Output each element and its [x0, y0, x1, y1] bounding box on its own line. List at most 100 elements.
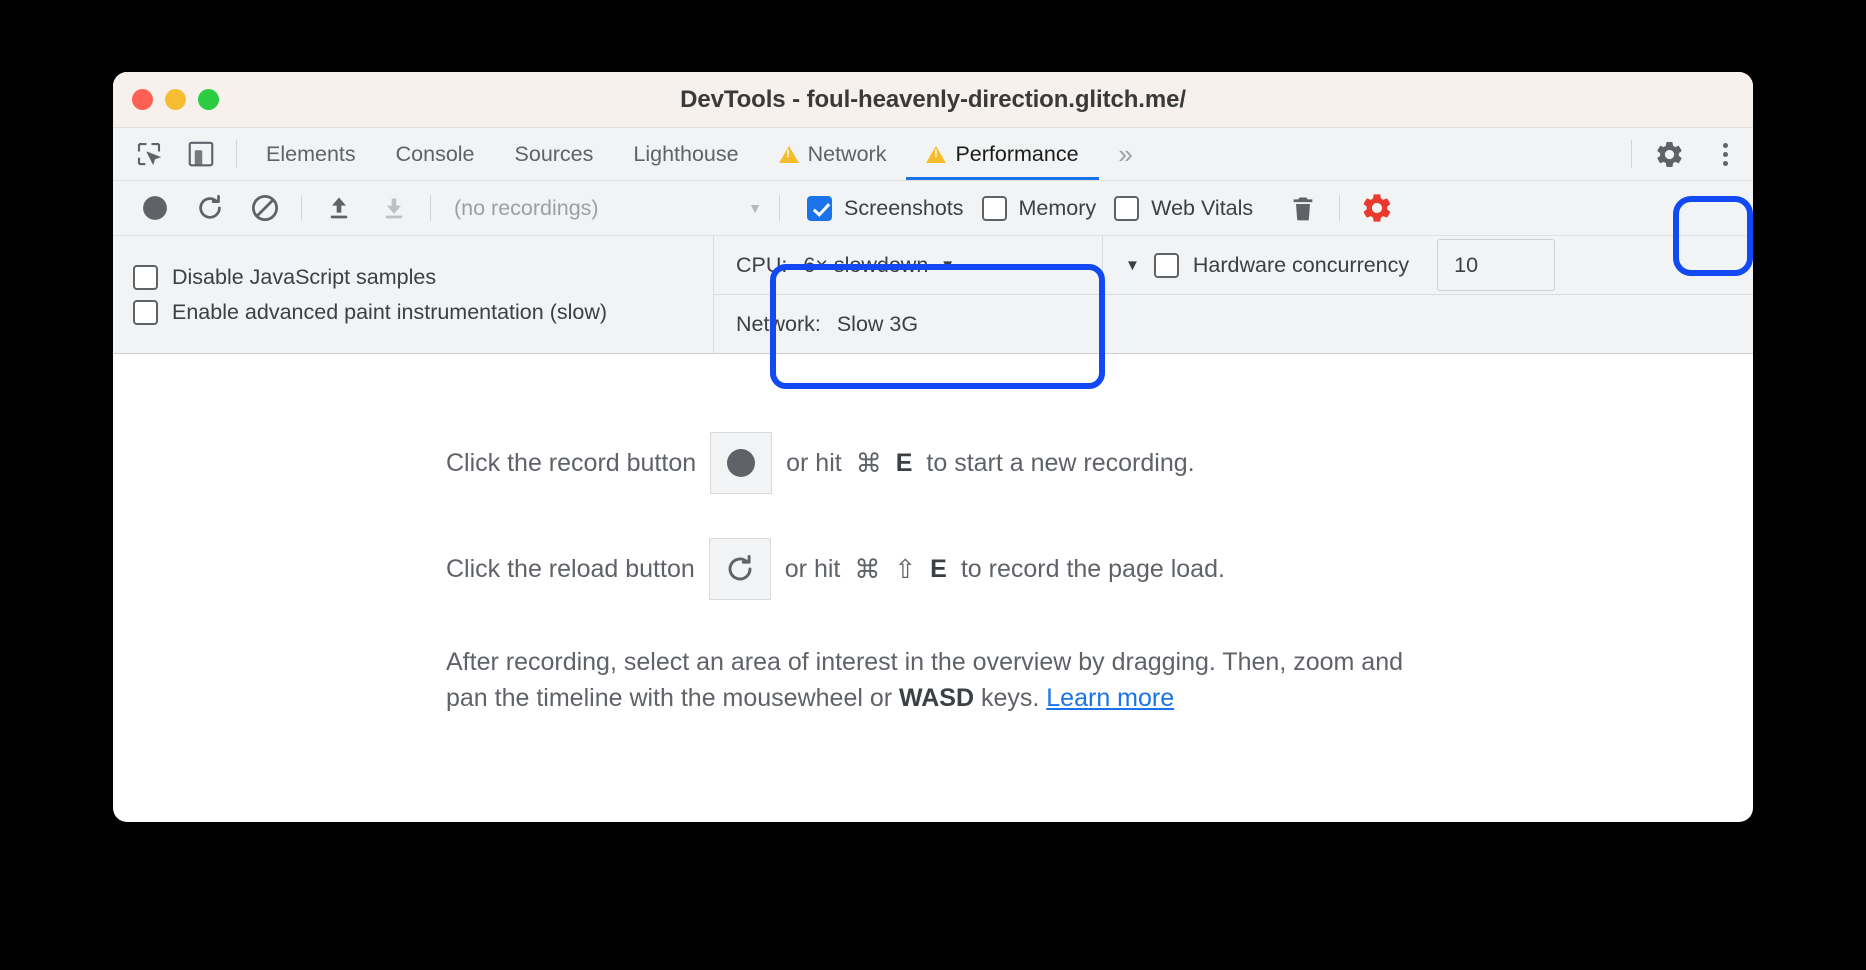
checkbox-box [1114, 195, 1140, 221]
toolbar-divider-4 [1339, 195, 1341, 221]
chevron-down-icon: ▼ [940, 256, 956, 274]
cpu-throttle-key: CPU: [736, 252, 788, 277]
learn-more-link[interactable]: Learn more [1046, 684, 1174, 712]
save-profile-button[interactable] [366, 187, 421, 229]
hint-record-before: Click the record button [446, 448, 697, 477]
kebab-dots [1722, 142, 1728, 166]
tab-network[interactable]: Network [759, 128, 907, 180]
tabbar-right-actions [1622, 128, 1753, 180]
record-dot-shape [727, 449, 756, 477]
paragraph-part-2: keys. [974, 684, 1047, 713]
overview-instructions-paragraph: After recording, select an area of inter… [446, 644, 1436, 717]
network-throttle-select[interactable]: Slow 3G [837, 312, 918, 337]
tab-network-label: Network [807, 141, 887, 166]
traffic-lights [132, 89, 219, 110]
window-title: DevTools - foul-heavenly-direction.glitc… [680, 85, 1186, 113]
close-window-button[interactable] [132, 89, 153, 110]
inspect-element-icon[interactable] [123, 128, 175, 180]
wasd-keys-label: WASD [899, 684, 975, 713]
hint-record-key-letter: E [895, 448, 913, 477]
hardware-concurrency-checkbox[interactable]: Hardware concurrency [1153, 252, 1410, 278]
checkbox-box-checked [807, 195, 832, 221]
tab-lighthouse[interactable]: Lighthouse [613, 128, 758, 180]
toolbar-divider-3 [779, 195, 780, 221]
shift-key-icon: ⇧ [894, 553, 917, 584]
disable-js-samples-label: Disable JavaScript samples [172, 264, 437, 289]
hardware-concurrency-value: 10 [1454, 252, 1479, 277]
tab-sources-label: Sources [514, 141, 594, 166]
web-vitals-label: Web Vitals [1151, 195, 1254, 220]
hardware-concurrency-input[interactable]: 10 [1437, 239, 1556, 291]
tab-elements-label: Elements [266, 141, 356, 166]
cpu-throttle-row[interactable]: CPU: 6× slowdown ▼ [714, 236, 1102, 294]
hardware-concurrency-label: Hardware concurrency [1192, 252, 1410, 277]
recordings-dropdown[interactable]: (no recordings) ▼ [440, 196, 770, 221]
performance-toolbar: (no recordings) ▼ Screenshots Memory Web… [113, 181, 1753, 236]
tab-list: Elements Console Sources Lighthouse Netw… [246, 128, 1622, 180]
tab-console-label: Console [395, 141, 475, 166]
hint-reload-before: Click the reload button [446, 554, 695, 583]
network-throttle-value: Slow 3G [836, 311, 919, 336]
settings-gear-icon[interactable] [1641, 128, 1697, 180]
hardware-concurrency-column: ▼ Hardware concurrency 10 [1103, 236, 1753, 353]
record-dot-icon[interactable] [710, 432, 773, 494]
command-key-icon: ⌘ [854, 553, 881, 584]
network-throttle-key: Network: [736, 311, 821, 336]
checkbox-box [133, 264, 158, 290]
toolbar-divider [301, 195, 302, 221]
screenshots-checkbox[interactable]: Screenshots [807, 195, 964, 221]
collect-garbage-button[interactable] [1275, 187, 1330, 229]
reload-and-record-button[interactable] [182, 187, 237, 229]
device-toolbar-icon[interactable] [175, 128, 227, 180]
hint-record-line: Click the record button or hit ⌘ E to st… [446, 432, 1753, 494]
more-tabs-icon[interactable]: » [1099, 128, 1153, 180]
capture-settings-button[interactable] [1349, 187, 1404, 229]
screenshot-root: DevTools - foul-heavenly-direction.glitc… [0, 0, 1866, 970]
cpu-network-throttle-group: CPU: 6× slowdown ▼ Network: Slow 3G [713, 236, 1103, 353]
tabbar-divider [236, 140, 237, 168]
checkbox-box [133, 299, 158, 325]
devtools-window: DevTools - foul-heavenly-direction.glitc… [113, 72, 1753, 822]
disable-js-samples-checkbox[interactable]: Disable JavaScript samples [133, 264, 713, 290]
tab-performance-label: Performance [955, 141, 1079, 166]
maximize-window-button[interactable] [198, 89, 219, 110]
hint-reload-after-1: or hit [784, 554, 841, 583]
load-profile-button[interactable] [311, 187, 366, 229]
hint-record-after-2: to start a new recording. [926, 448, 1195, 477]
checkbox-box [1153, 252, 1179, 278]
reload-icon[interactable] [708, 538, 771, 600]
devtools-tabbar: Elements Console Sources Lighthouse Netw… [113, 128, 1753, 181]
minimize-window-button[interactable] [165, 89, 186, 110]
performance-empty-state: Click the record button or hit ⌘ E to st… [113, 354, 1753, 758]
toolbar-divider-2 [430, 195, 431, 221]
warning-triangle-icon [926, 145, 947, 163]
command-key-icon: ⌘ [855, 447, 882, 478]
hint-reload-after-2: to record the page load. [960, 554, 1225, 583]
memory-checkbox[interactable]: Memory [981, 195, 1097, 221]
advanced-paint-label: Enable advanced paint instrumentation (s… [172, 299, 608, 324]
more-options-icon[interactable] [1697, 128, 1753, 180]
record-button[interactable] [127, 187, 182, 229]
hardware-concurrency-spacer [1103, 295, 1753, 353]
tab-elements[interactable]: Elements [246, 128, 376, 180]
window-titlebar: DevTools - foul-heavenly-direction.glitc… [113, 72, 1753, 128]
tabbar-right-divider [1631, 140, 1632, 168]
hint-record-after-1: or hit [786, 448, 842, 477]
tab-performance[interactable]: Performance [906, 128, 1099, 180]
recordings-value: (no recordings) [454, 195, 599, 220]
tab-console[interactable]: Console [376, 128, 495, 180]
network-throttle-caret-icon: ▼ [1125, 256, 1140, 274]
capture-settings-left-column: Disable JavaScript samples Enable advanc… [113, 236, 713, 353]
capture-settings-pane: Disable JavaScript samples Enable advanc… [113, 236, 1753, 354]
hint-reload-line: Click the reload button or hit ⌘ ⇧ E to … [446, 538, 1753, 600]
hardware-concurrency-row: ▼ Hardware concurrency 10 [1103, 236, 1753, 295]
web-vitals-checkbox[interactable]: Web Vitals [1114, 195, 1254, 221]
chevron-down-icon: ▼ [748, 200, 762, 216]
advanced-paint-checkbox[interactable]: Enable advanced paint instrumentation (s… [133, 299, 713, 325]
cpu-throttle-select[interactable]: 6× slowdown ▼ [803, 253, 955, 278]
memory-label: Memory [1018, 195, 1097, 220]
tab-sources[interactable]: Sources [495, 128, 614, 180]
clear-button[interactable] [237, 187, 292, 229]
network-throttle-row[interactable]: Network: Slow 3G [714, 294, 1102, 353]
hint-reload-key-letter: E [930, 554, 947, 583]
